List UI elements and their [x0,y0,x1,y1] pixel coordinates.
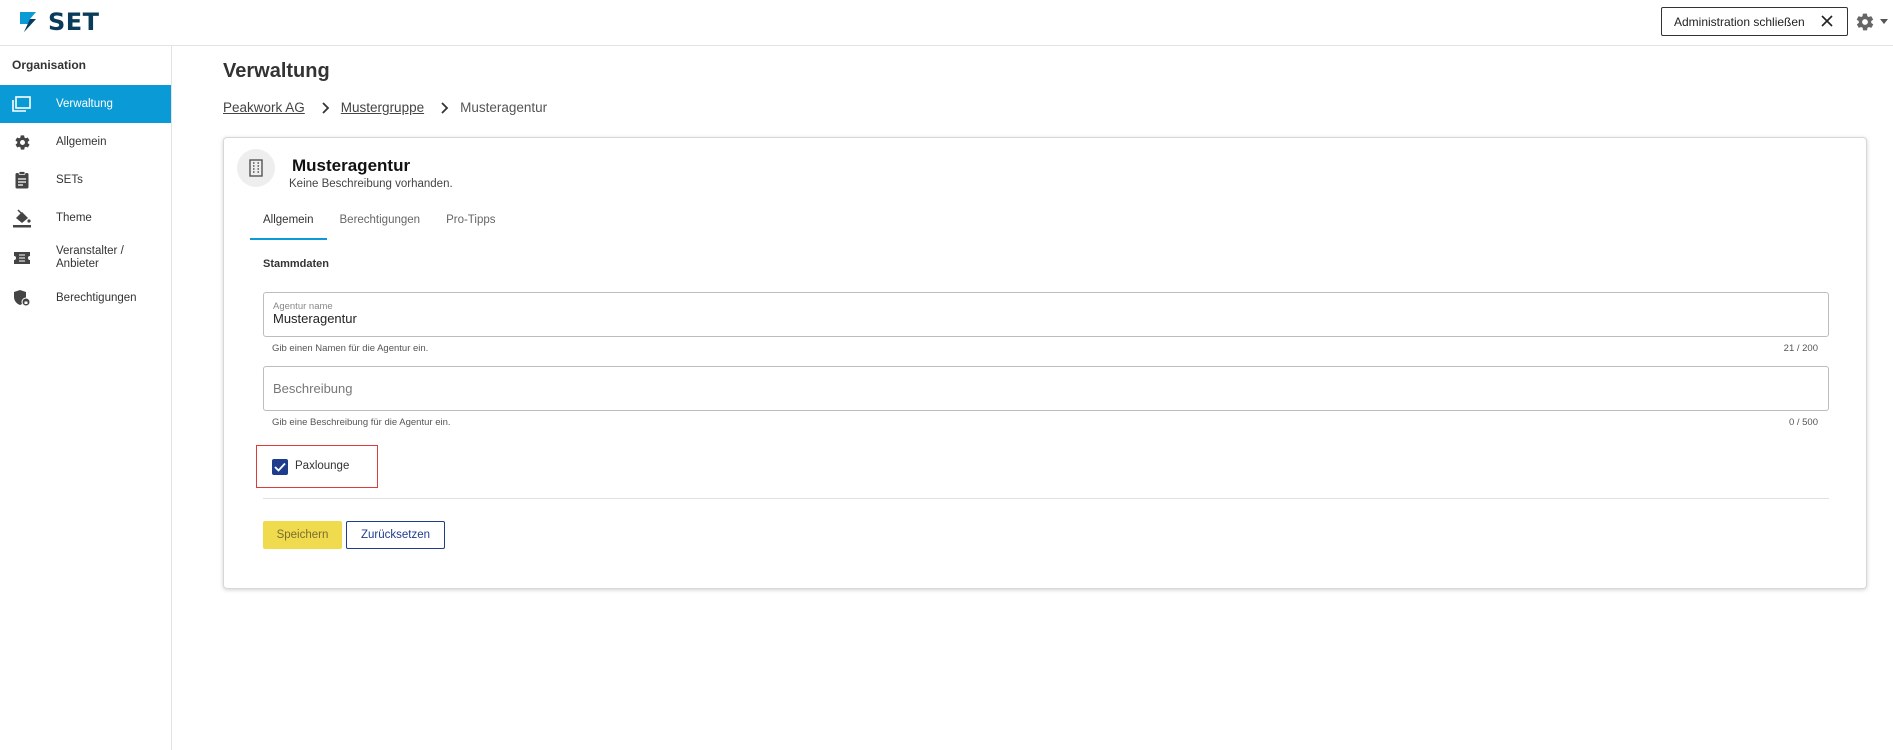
tab-pro-tipps[interactable]: Pro-Tipps [433,208,508,240]
breadcrumb-item-current: Musteragentur [460,100,548,115]
sidebar-item-label: Allgemein [56,135,107,148]
sidebar-item-label: SETs [56,173,83,186]
set-logo-icon [20,12,36,32]
gear-icon[interactable] [1855,12,1875,32]
sidebar-item-allgemein[interactable]: Allgemein [0,123,171,161]
agency-name-counter: 21 / 200 [1783,343,1818,354]
paint-bucket-icon [12,208,32,228]
breadcrumb: Peakwork AG Mustergruppe Musteragentur [223,100,547,115]
shield-lock-icon [12,288,32,308]
chevron-right-icon [441,101,449,114]
paxlounge-label[interactable]: Paxlounge [295,460,349,472]
avatar [237,149,275,187]
clipboard-icon [12,170,32,190]
tab-berechtigungen[interactable]: Berechtigungen [327,208,434,240]
divider [263,498,1829,499]
breadcrumb-item-mustergruppe[interactable]: Mustergruppe [341,100,424,115]
card-title: Musteragentur [292,156,411,175]
ticket-icon [12,248,32,268]
chevron-right-icon [322,101,330,114]
top-bar: SET Administration schließen [0,0,1893,46]
description-hint: Gib eine Beschreibung für die Agentur ei… [272,417,451,428]
save-button[interactable]: Speichern [263,521,342,549]
breadcrumb-item-peakwork[interactable]: Peakwork AG [223,100,305,115]
agency-name-value[interactable]: Musteragentur [273,311,357,326]
page-title: Verwaltung [223,60,330,82]
tab-bar: Allgemein Berechtigungen Pro-Tipps [250,208,508,240]
agency-card: Musteragentur Keine Beschreibung vorhand… [223,137,1867,589]
close-administration-label: Administration schließen [1674,14,1805,29]
agency-name-hint: Gib einen Namen für die Agentur ein. [272,343,429,354]
sidebar-item-veranstalter[interactable]: Veranstalter / Anbieter [0,237,171,279]
sidebar-item-label: Berechtigungen [56,291,137,304]
check-icon [274,462,286,472]
building-icon [249,159,263,177]
close-administration-button[interactable]: Administration schließen [1661,7,1848,36]
chevron-down-icon[interactable] [1880,19,1888,24]
reset-button[interactable]: Zurücksetzen [346,521,445,549]
section-label: Stammdaten [263,258,330,270]
tab-allgemein[interactable]: Allgemein [250,208,327,240]
sidebar-item-label: Theme [56,211,92,224]
agency-name-field[interactable]: Agentur name Musteragentur [263,292,1829,337]
description-field[interactable]: Beschreibung [263,366,1829,411]
description-counter: 0 / 500 [1788,417,1818,428]
card-subtitle: Keine Beschreibung vorhanden. [289,178,453,190]
sidebar-item-berechtigungen[interactable]: Berechtigungen [0,279,171,317]
sidebar-title: Organisation [12,58,87,72]
description-placeholder: Beschreibung [273,381,353,396]
paxlounge-checkbox[interactable] [272,459,288,475]
sidebar: Organisation Verwaltung Allgemein SETs T… [0,46,172,750]
app-logo-text: SET [48,8,100,36]
close-icon [1821,15,1833,27]
sidebar-item-sets[interactable]: SETs [0,161,171,199]
gear-icon [12,132,32,152]
windows-icon [12,94,32,114]
sidebar-item-theme[interactable]: Theme [0,199,171,237]
sidebar-item-label: Veranstalter / Anbieter [56,245,124,270]
sidebar-item-label: Verwaltung [56,97,113,110]
sidebar-item-verwaltung[interactable]: Verwaltung [0,85,171,123]
app-logo[interactable]: SET [16,8,100,36]
